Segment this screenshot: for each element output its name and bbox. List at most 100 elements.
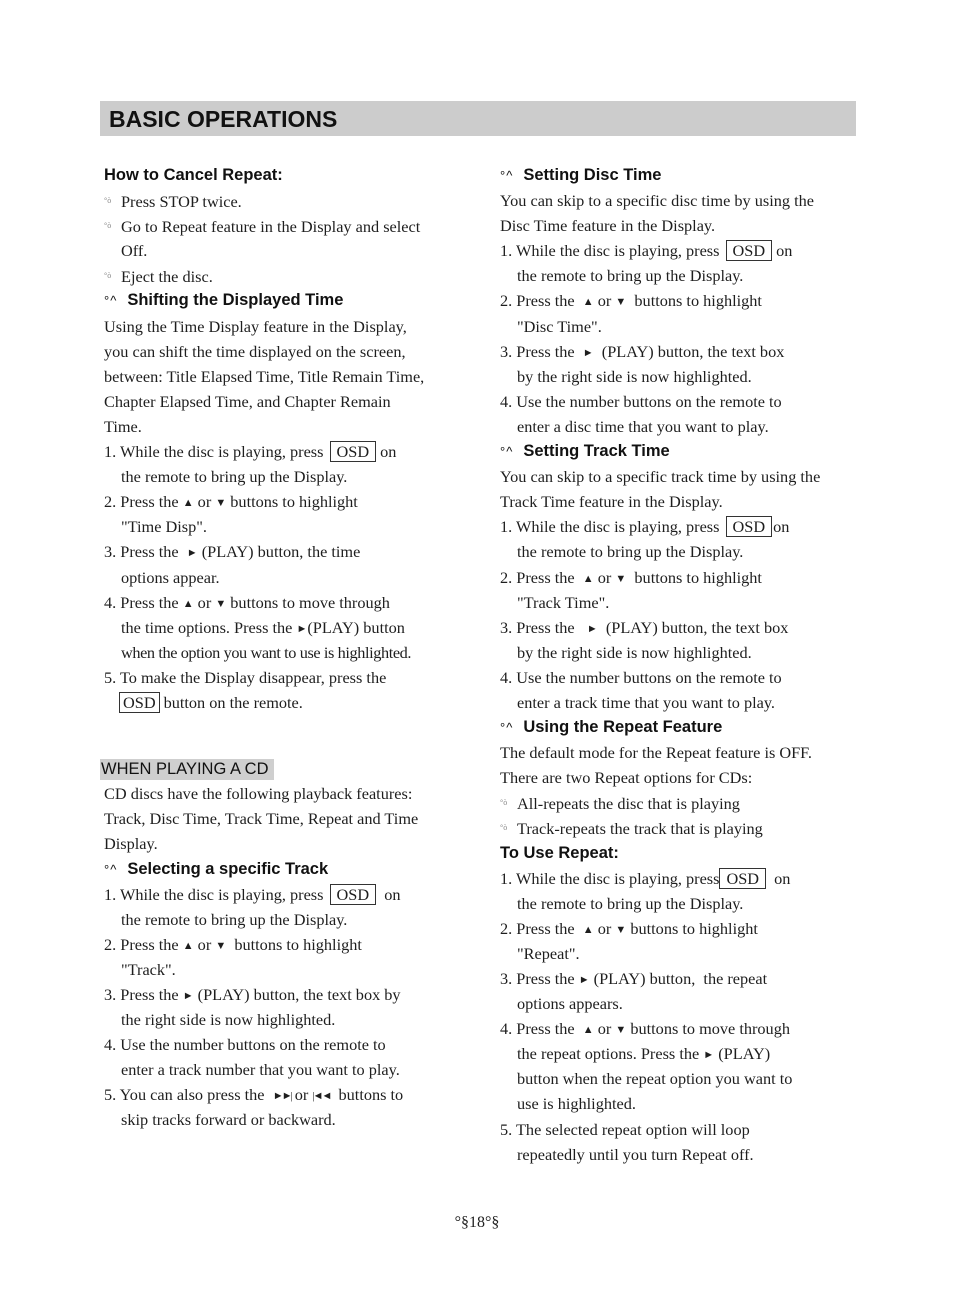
paragraph-line: you can shift the time displayed on the …	[104, 341, 406, 361]
heading-repeat-feature: °^ Using the Repeat Feature	[500, 718, 723, 737]
step-4-continued: enter a disc time that you want to play.	[517, 416, 769, 436]
step-5: 5. The selected repeat option will loop	[500, 1119, 750, 1139]
step-5-continued: repeatedly until you turn Repeat off.	[517, 1144, 754, 1164]
step-3: 3. Press the ► (PLAY) button, the text b…	[104, 985, 401, 1004]
step-4: 4. Use the number buttons on the remote …	[500, 391, 782, 411]
step-3: 3. Press the ► (PLAY) button, the repeat	[500, 969, 768, 988]
heading-mark-icon: °^	[500, 720, 514, 736]
osd-button-label: OSD	[329, 441, 377, 463]
step-4-continued: enter a track time that you want to play…	[517, 692, 775, 712]
step-2-continued: "Time Disp".	[121, 517, 207, 537]
play-icon: ►	[296, 622, 308, 635]
down-arrow-icon: ▼	[615, 1024, 627, 1037]
step-4-continued: enter a track number that you want to pl…	[121, 1060, 400, 1080]
step-2: 2. Press the ▲ or ▼ buttons to highlight	[500, 918, 758, 938]
paragraph-line: Chapter Elapsed Time, and Chapter Remain	[104, 391, 391, 411]
step-1: 1. While the disc is playing, press OSD …	[104, 883, 401, 905]
bullet-icon: °ò	[104, 196, 112, 206]
paragraph-line: There are two Repeat options for CDs:	[500, 768, 753, 788]
up-arrow-icon: ▲	[182, 497, 194, 510]
step-1-continued: the remote to bring up the Display.	[517, 266, 744, 286]
list-item: °ò Eject the disc.	[104, 263, 476, 288]
osd-button-label: OSD	[725, 240, 773, 262]
heading-mark-icon: °^	[500, 444, 514, 460]
osd-button-label: OSD	[329, 883, 377, 905]
step-4-continued: the repeat options. Press the ► (PLAY)	[517, 1044, 771, 1064]
next-track-icon: ►►|	[272, 1090, 293, 1103]
step-2: 2. Press the ▲ or ▼ buttons to highlight	[500, 567, 762, 587]
heading-cancel-repeat: How to Cancel Repeat:	[104, 166, 283, 184]
play-icon: ►	[582, 346, 594, 359]
step-3-continued: options appears.	[517, 994, 623, 1014]
step-4: 4. Use the number buttons on the remote …	[104, 1035, 386, 1055]
play-icon: ►	[703, 1049, 715, 1062]
step-5: 5. To make the Display disappear, press …	[104, 667, 387, 687]
paragraph-line: The default mode for the Repeat feature …	[500, 743, 813, 763]
step-3: 3. Press the ► (PLAY) button, the text b…	[500, 617, 789, 637]
play-icon: ►	[586, 622, 598, 635]
osd-button-label: OSD	[119, 691, 160, 713]
page-number: °§18°§	[454, 1214, 500, 1231]
step-5: 5. You can also press the ►►| or |◄◄ but…	[104, 1085, 404, 1105]
osd-button-label: OSD	[725, 516, 773, 538]
step-2-continued: "Track Time".	[517, 592, 610, 612]
step-2-continued: "Disc Time".	[517, 316, 602, 336]
step-1: 1. While the disc is playing, press OSD o…	[500, 867, 791, 889]
heading-mark-icon: °^	[500, 168, 514, 183]
heading-select-track: °^ Selecting a specific Track	[104, 859, 329, 878]
down-arrow-icon: ▼	[215, 497, 227, 510]
section-tag-row: WHEN PLAYING A CD	[100, 756, 476, 781]
up-arrow-icon: ▲	[182, 939, 194, 952]
up-arrow-icon: ▲	[582, 296, 594, 309]
step-1: 1. While the disc is playing, press OSD o…	[104, 441, 397, 463]
step-1: 1. While the disc is playing, press OSD o…	[500, 240, 793, 262]
heading-disc-time: °^ Setting Disc Time	[500, 166, 662, 184]
page-title: BASIC OPERATIONS	[109, 106, 338, 132]
paragraph-line: Display.	[104, 834, 158, 854]
page-header: BASIC OPERATIONS	[100, 101, 856, 136]
down-arrow-icon: ▼	[615, 923, 627, 936]
heading-mark-icon: °^	[104, 293, 118, 309]
up-arrow-icon: ▲	[582, 923, 594, 936]
step-1-continued: the remote to bring up the Display.	[517, 542, 744, 562]
step-4-continued: button when the repeat option you want t…	[517, 1069, 793, 1089]
paragraph-line: CD discs have the following playback fea…	[104, 784, 413, 804]
play-icon: ►	[186, 547, 198, 560]
heading-use-repeat: To Use Repeat:	[500, 843, 619, 862]
paragraph-line: Using the Time Display feature in the Di…	[104, 316, 407, 336]
down-arrow-icon: ▼	[615, 296, 627, 309]
play-icon: ►	[578, 974, 590, 986]
up-arrow-icon: ▲	[182, 597, 194, 610]
list-item: °ò All-repeats the disc that is playing	[500, 790, 870, 815]
heading-track-time: °^ Setting Track Time	[500, 442, 670, 461]
step-4-continued: when the option you want to use is highl…	[121, 642, 412, 662]
osd-button-label: OSD	[719, 867, 767, 889]
heading-shift-time: °^ Shifting the Displayed Time	[104, 291, 344, 310]
paragraph-line: Time.	[104, 416, 142, 436]
list-item: °ò Go to Repeat feature in the Display an…	[104, 213, 476, 238]
step-1-continued: the remote to bring up the Display.	[517, 893, 744, 913]
step-5-continued: skip tracks forward or backward.	[121, 1110, 336, 1130]
step-3-continued: options appear.	[121, 567, 220, 587]
step-4-continued: use is highlighted.	[517, 1094, 636, 1114]
left-column: How to Cancel Repeat: °ò Press STOP twice…	[100, 163, 476, 1133]
right-column: °^ Setting Disc Time You can skip to a sp…	[500, 163, 870, 1167]
paragraph-line: Track Time feature in the Display.	[500, 492, 723, 512]
step-4: 4. Press the ▲ or ▼ buttons to move thro…	[104, 592, 390, 612]
up-arrow-icon: ▲	[582, 572, 594, 585]
paragraph-line: Track, Disc Time, Track Time, Repeat and…	[104, 809, 419, 829]
step-2: 2. Press the ▲ or ▼ buttons to highlight	[104, 934, 362, 954]
paragraph-line: Disc Time feature in the Display.	[500, 216, 716, 236]
step-2-continued: "Repeat".	[517, 943, 580, 963]
paragraph-line: between: Title Elapsed Time, Title Remai…	[104, 366, 425, 386]
step-3: 3. Press the ► (PLAY) button, the time	[104, 542, 361, 562]
step-1-continued: the remote to bring up the Display.	[121, 467, 348, 487]
step-5-continued: OSD button on the remote.	[104, 690, 476, 715]
step-3-continued: the right side is now highlighted.	[121, 1010, 336, 1030]
step-4: 4. Use the number buttons on the remote …	[500, 667, 782, 687]
previous-track-icon: |◄◄	[312, 1090, 332, 1103]
step-4-continued: the time options. Press the ►(PLAY) butt…	[121, 617, 405, 637]
step-1-continued: the remote to bring up the Display.	[121, 909, 348, 929]
play-icon: ►	[182, 990, 194, 1002]
list-item-continued: Off.	[121, 241, 148, 261]
